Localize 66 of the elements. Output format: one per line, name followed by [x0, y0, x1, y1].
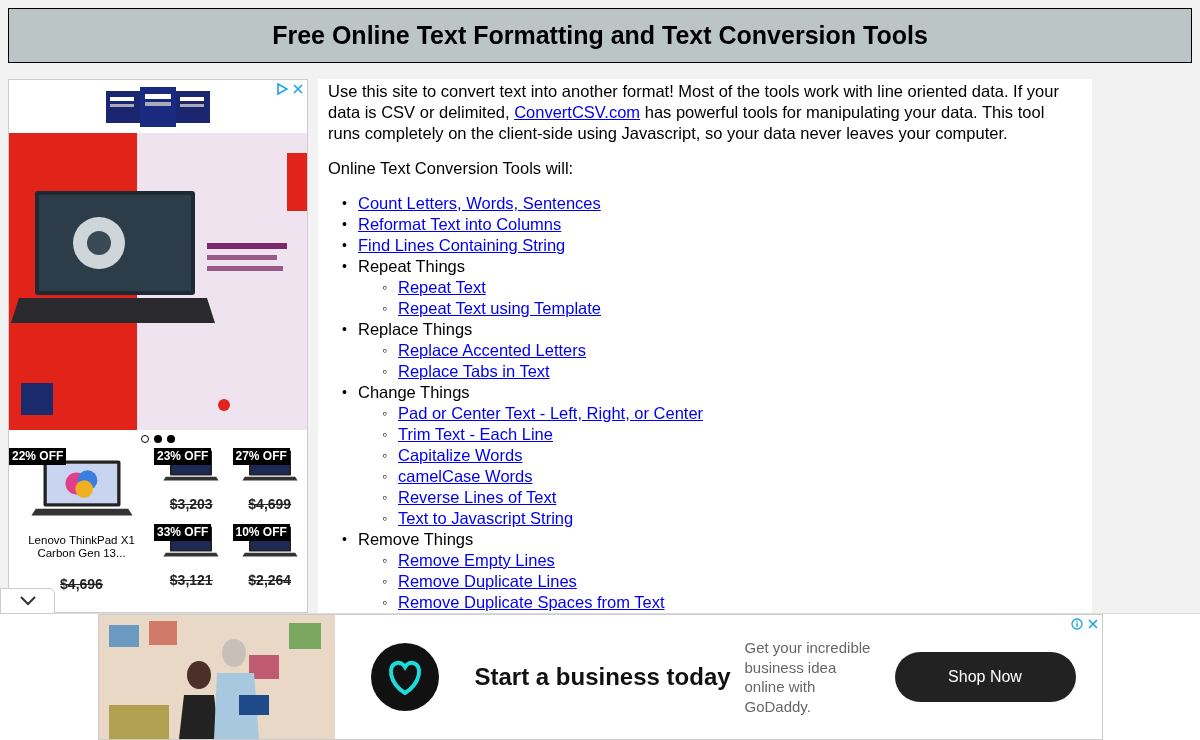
info-icon[interactable]: [1070, 618, 1083, 630]
ad-headline: Start a business today: [474, 662, 732, 692]
discount-badge: 27% OFF: [232, 448, 290, 465]
tool-link[interactable]: Trim Text - Each Line: [398, 425, 553, 443]
logo-icon: [370, 643, 439, 711]
ad-choices-icon[interactable]: [276, 83, 288, 95]
bullet-icon: ◦: [382, 487, 387, 508]
bullet-icon: ◦: [382, 277, 387, 298]
discount-badge: 33% OFF: [154, 524, 212, 541]
bullet-icon: ◦: [382, 445, 387, 466]
bullet-icon: ◦: [382, 298, 387, 319]
tool-link[interactable]: Count Letters, Words, Sentences: [358, 194, 601, 212]
tool-link[interactable]: Capitalize Words: [398, 446, 523, 464]
bullet-icon: •: [342, 214, 347, 235]
tool-link[interactable]: Reverse Lines of Text: [398, 488, 557, 506]
tool-link[interactable]: Replace Tabs in Text: [398, 362, 550, 380]
tool-link[interactable]: Remove Duplicate Spaces from Text: [398, 593, 665, 611]
tool-category: Replace Things: [358, 320, 473, 338]
logo-icon: [106, 86, 210, 127]
bullet-icon: ◦: [382, 340, 387, 361]
bullet-icon: ◦: [382, 592, 387, 613]
bullet-icon: ◦: [382, 466, 387, 487]
product-price: $3,121: [169, 571, 213, 590]
tool-link[interactable]: Repeat Text: [398, 278, 486, 296]
tool-link[interactable]: Text to Javascript String: [398, 509, 574, 527]
product-price: $4,696: [60, 575, 103, 594]
bullet-icon: •: [342, 256, 347, 277]
page-title: Free Online Text Formatting and Text Conversion Tools: [8, 8, 1192, 63]
tool-link[interactable]: Repeat Text using Template: [398, 299, 602, 317]
product-price: $3,203: [169, 495, 213, 514]
bullet-icon: •: [342, 193, 347, 214]
product-name: Lenovo ThinkPad X1 Carbon Gen 13...: [27, 534, 136, 560]
bullet-icon: ◦: [382, 361, 387, 382]
tool-category: Remove Things: [358, 530, 474, 548]
tool-link[interactable]: Pad or Center Text - Left, Right, or Center: [398, 404, 704, 422]
close-icon[interactable]: [1086, 618, 1099, 630]
bullet-icon: ◦: [382, 550, 387, 571]
discount-badge: 23% OFF: [154, 448, 212, 465]
product-price: $2,264: [248, 571, 292, 590]
tool-category: Repeat Things: [358, 257, 466, 275]
bullet-icon: ◦: [382, 571, 387, 592]
tool-link[interactable]: camelCase Words: [398, 467, 533, 485]
discount-badge: 22% OFF: [9, 448, 67, 465]
shop-now-button[interactable]: Shop Now: [894, 652, 1076, 702]
intro-paragraph: Use this site to convert text into another format! Most of the tools work with line oriented data. If your data is CSV or delimited, ConvertCSV.com has powerful tools for manipulating your data. This tool runs completely on the client-side using Javascript, so your data never leaves your computer.: [328, 81, 1060, 144]
collapse-button[interactable]: [0, 588, 55, 614]
ad-body-text: Get your incredible business idea online with GoDaddy.: [744, 638, 872, 716]
bullet-icon: •: [342, 382, 347, 403]
bullet-icon: ◦: [382, 403, 387, 424]
bullet-icon: •: [342, 235, 347, 256]
close-icon[interactable]: [292, 83, 304, 95]
tool-link[interactable]: Replace Accented Letters: [398, 341, 587, 359]
bullet-icon: ◦: [382, 508, 387, 529]
discount-badge: 10% OFF: [232, 524, 290, 541]
product-price: $4,699: [248, 495, 292, 514]
chevron-down-icon: [19, 596, 36, 606]
convertcsv-link[interactable]: ConvertCSV.com: [514, 103, 641, 121]
list-heading: Online Text Conversion Tools will:: [328, 158, 575, 179]
tool-link[interactable]: Reformat Text into Columns: [358, 215, 562, 233]
tool-link[interactable]: Find Lines Containing String: [358, 236, 566, 254]
tool-category: Change Things: [358, 383, 470, 401]
bullet-icon: •: [342, 529, 347, 550]
bullet-icon: ◦: [382, 424, 387, 445]
tool-link[interactable]: Remove Empty Lines: [398, 551, 555, 569]
tool-link[interactable]: Remove Duplicate Lines: [398, 572, 577, 590]
bullet-icon: •: [342, 319, 347, 340]
